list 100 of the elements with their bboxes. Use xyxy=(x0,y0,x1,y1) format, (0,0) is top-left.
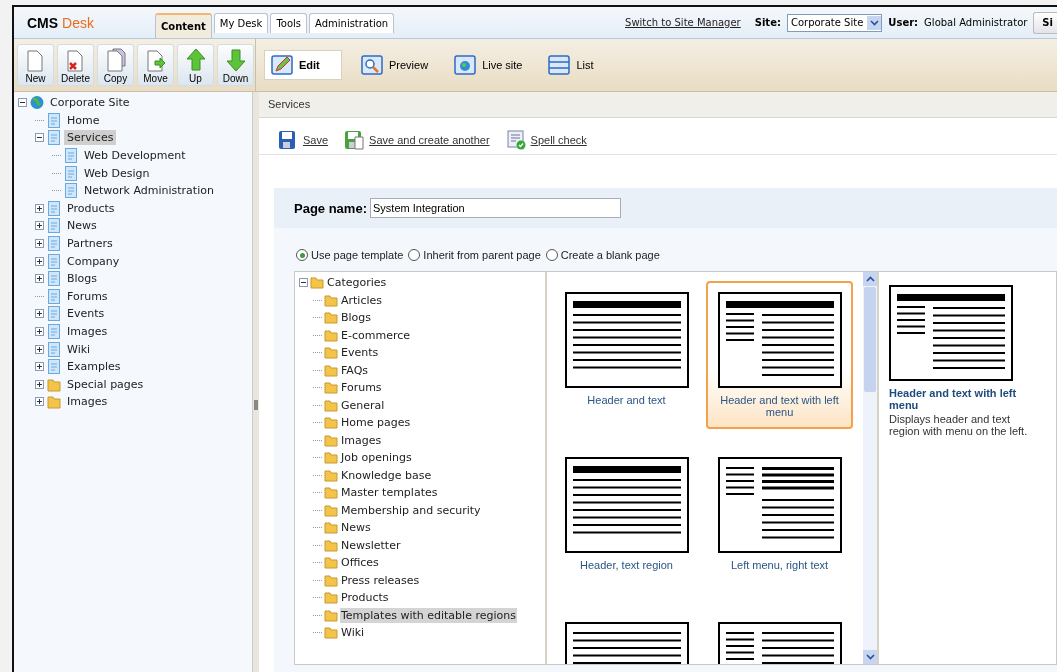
tree-item[interactable]: Products xyxy=(64,200,118,216)
tab[interactable]: Tools xyxy=(270,13,307,33)
tree-item[interactable]: Corporate Site xyxy=(47,95,133,111)
user-label: User: xyxy=(888,17,919,28)
category-item[interactable]: News xyxy=(340,520,372,536)
view-mode-tab[interactable]: Edit xyxy=(264,50,342,80)
tab[interactable]: Content xyxy=(155,13,212,38)
collapse-icon[interactable] xyxy=(35,133,44,143)
folder-icon xyxy=(324,486,338,500)
tree-item[interactable]: Blogs xyxy=(64,271,101,287)
action-link[interactable]: Save xyxy=(278,126,329,154)
folder-icon xyxy=(324,451,338,465)
expand-icon[interactable] xyxy=(35,309,44,319)
category-item[interactable]: Forums xyxy=(340,380,383,396)
category-item[interactable]: FAQs xyxy=(340,362,370,378)
user-name: Global Administrator xyxy=(924,17,1028,28)
category-item[interactable]: E-commerce xyxy=(340,327,411,343)
category-item[interactable]: Images xyxy=(340,432,383,448)
expand-icon[interactable] xyxy=(35,327,44,336)
switch-site-manager-link[interactable]: Switch to Site Manager xyxy=(625,17,741,28)
page-icon xyxy=(47,341,61,357)
view-mode-tab[interactable]: List xyxy=(541,50,601,80)
sign-out-button[interactable]: Si xyxy=(1033,11,1057,34)
radio-option[interactable]: Create a blank page xyxy=(545,248,660,262)
tree-item[interactable]: News xyxy=(64,218,100,234)
view-mode-tab[interactable]: Preview xyxy=(354,50,436,80)
tab[interactable]: My Desk xyxy=(213,13,269,33)
folder-icon xyxy=(47,376,61,392)
view-mode-tab[interactable]: Live site xyxy=(447,50,530,80)
category-item[interactable]: Job openings xyxy=(340,450,413,466)
expand-icon[interactable] xyxy=(35,203,44,213)
action-link[interactable]: Spell check xyxy=(505,126,587,154)
expand-icon[interactable] xyxy=(35,239,44,249)
site-select[interactable]: Corporate Site xyxy=(786,13,883,32)
magnifier-window-icon xyxy=(361,55,383,75)
collapse-icon[interactable] xyxy=(18,98,27,108)
category-item[interactable]: Wiki xyxy=(340,625,366,641)
scroll-up-icon[interactable] xyxy=(863,272,877,286)
category-item[interactable]: Offices xyxy=(340,555,380,571)
tree-item[interactable]: Company xyxy=(64,253,123,269)
tree-item[interactable]: Wiki xyxy=(64,341,94,357)
toolbar-button[interactable]: New xyxy=(17,44,54,86)
tree-item[interactable]: Examples xyxy=(64,359,124,375)
action-link[interactable]: Save and create another xyxy=(344,126,490,154)
category-item[interactable]: Newsletter xyxy=(340,537,402,553)
expand-icon[interactable] xyxy=(35,379,44,389)
tree-item[interactable]: Network Administration xyxy=(81,183,217,199)
folder-icon xyxy=(324,416,338,430)
tree-item[interactable]: Services xyxy=(64,130,117,146)
radio-option[interactable]: Inherit from parent page xyxy=(408,248,541,262)
breadcrumb: Services xyxy=(259,92,1057,118)
list-window-icon xyxy=(548,55,571,75)
tree-item[interactable]: Web Design xyxy=(81,165,153,181)
tree-item[interactable]: Images xyxy=(64,324,111,339)
expand-icon[interactable] xyxy=(35,397,44,407)
category-item[interactable]: Knowledge base xyxy=(340,467,433,483)
tree-item[interactable]: Forums xyxy=(64,288,111,304)
folder-icon xyxy=(324,556,338,570)
expand-icon[interactable] xyxy=(35,221,44,231)
category-item[interactable]: Events xyxy=(340,345,380,361)
category-item[interactable]: Press releases xyxy=(340,572,421,588)
page-icon xyxy=(47,288,61,304)
toolbar-button[interactable]: Copy xyxy=(97,44,134,86)
category-item[interactable]: Articles xyxy=(340,292,384,308)
tree-item[interactable]: Images xyxy=(64,394,111,410)
category-item[interactable]: Master templates xyxy=(340,485,439,501)
expand-icon[interactable] xyxy=(35,362,44,372)
category-item[interactable]: Templates with editable regions xyxy=(340,607,517,623)
category-item[interactable]: Categories xyxy=(326,275,388,291)
page-icon xyxy=(47,112,61,128)
scrollbar-thumb[interactable] xyxy=(864,287,876,392)
page-icon xyxy=(47,359,61,375)
template-card[interactable]: Left menu, right text xyxy=(706,446,853,594)
splitter-handle[interactable] xyxy=(254,400,258,410)
tree-item[interactable]: Events xyxy=(64,306,108,322)
radio-option[interactable]: Use page template xyxy=(296,248,404,262)
expand-icon[interactable] xyxy=(35,256,44,266)
tab[interactable]: Administration xyxy=(309,13,395,33)
template-card[interactable]: Header, text region xyxy=(553,446,700,594)
caret-icon[interactable] xyxy=(869,19,879,26)
tree-item[interactable]: Home xyxy=(64,112,103,128)
toolbar-button[interactable]: Down xyxy=(217,44,254,86)
toolbar-button[interactable]: Move xyxy=(137,44,174,86)
expand-icon[interactable] xyxy=(35,274,44,284)
tree-item[interactable]: Web Development xyxy=(81,148,189,164)
category-item[interactable]: Products xyxy=(340,590,390,606)
category-item[interactable]: Membership and security xyxy=(340,502,482,518)
category-item[interactable]: Blogs xyxy=(340,310,373,326)
toolbar-button[interactable]: Delete xyxy=(57,44,94,86)
category-item[interactable]: Home pages xyxy=(340,415,412,431)
category-item[interactable]: General xyxy=(340,397,386,413)
tree-item[interactable]: Special pages xyxy=(64,376,147,392)
template-card[interactable]: Header and text with left menu xyxy=(706,281,853,429)
expand-icon[interactable] xyxy=(35,344,44,354)
toolbar-button[interactable]: Up xyxy=(177,44,214,86)
template-card[interactable]: Header and text xyxy=(553,281,700,429)
page-name-field[interactable]: System Integration xyxy=(370,198,621,218)
tree-item[interactable]: Partners xyxy=(64,236,116,252)
collapse-icon[interactable] xyxy=(299,278,308,288)
scroll-down-icon[interactable] xyxy=(863,650,877,664)
